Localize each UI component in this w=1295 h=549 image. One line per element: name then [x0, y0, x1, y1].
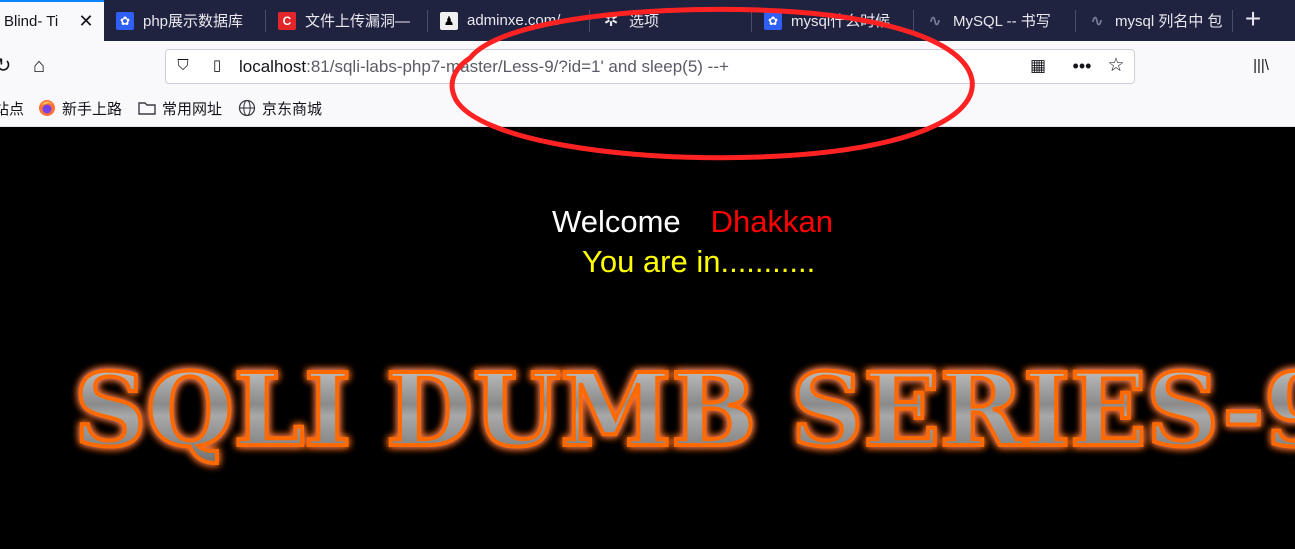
csdn-icon: C [278, 11, 296, 30]
tab-php[interactable]: ✿ php展示数据库 [104, 0, 264, 41]
tab-label: adminxe.com/ [467, 12, 561, 29]
bookmark-jd[interactable]: 京东商城 [238, 98, 322, 118]
tab-label: php展示数据库 [143, 13, 244, 30]
bookmark-label: 京东商城 [262, 100, 323, 118]
tab-mysql-when[interactable]: ✿ mysql什么时候 [752, 0, 912, 41]
firefox-icon [38, 99, 56, 117]
tab-label: MySQL -- 书写 [953, 13, 1051, 30]
welcome-text: Welcome [552, 204, 681, 239]
tab-label: mysql什么时候 [791, 13, 891, 30]
shield-icon[interactable]: ⛉ [174, 57, 192, 75]
bookmark-label: 新手上路 [62, 100, 123, 118]
user-silhouette-icon: ♟ [440, 11, 458, 30]
series-banner: SQLI DUMB SERIES-9 [70, 345, 1295, 475]
bookmark-common-sites[interactable]: 常用网址 [138, 98, 222, 118]
bookmark-getting-started[interactable]: 新手上路 [38, 98, 122, 118]
tab-mysql-writing[interactable]: ∿ MySQL -- 书写 [914, 0, 1074, 41]
gear-icon: ✲ [603, 10, 619, 30]
bookmark-star-icon[interactable]: ☆ [1107, 56, 1125, 75]
tab-strip: Blind- Ti ✕ ✿ php展示数据库 C 文件上传漏洞— ♟ admin… [0, 0, 1295, 41]
welcome-message: Welcome Dhakkan [552, 204, 833, 240]
url-host: localhost [239, 57, 307, 76]
tab-mysql-column[interactable]: ∿ mysql 列名中 包 [1076, 0, 1232, 41]
baidu-paw-icon: ✿ [764, 11, 782, 30]
folder-icon [138, 99, 156, 117]
bookmark-label: 站点 [0, 100, 25, 118]
tab-label: 文件上传漏洞— [305, 13, 411, 30]
tab-label: mysql 列名中 包 [1115, 13, 1223, 30]
user-name: Dhakkan [710, 204, 833, 239]
library-icon[interactable]: |||\ [1250, 57, 1272, 75]
tab-adminxe[interactable]: ♟ adminxe.com/ [428, 0, 588, 41]
baidu-paw-icon: ✿ [116, 11, 134, 30]
qr-code-icon[interactable]: ▦ [1029, 57, 1047, 75]
tab-options[interactable]: ✲ 选项 [590, 0, 750, 41]
banner-text: SQLI DUMB SERIES-9 [74, 351, 1295, 469]
page-icon[interactable]: ▯ [208, 57, 226, 75]
url-text[interactable]: localhost:81/sqli-labs-php7-master/Less-… [239, 56, 729, 77]
tab-blind[interactable]: Blind- Ti ✕ [0, 0, 104, 41]
mysql-dolphin-icon: ∿ [1090, 12, 1104, 30]
mysql-dolphin-icon: ∿ [928, 12, 942, 30]
home-icon[interactable]: ⌂ [28, 55, 50, 77]
new-tab-button[interactable]: + [1232, 0, 1274, 41]
globe-icon [238, 99, 256, 117]
close-icon[interactable]: ✕ [78, 12, 94, 30]
bookmark-label: 常用网址 [162, 100, 223, 118]
tab-upload[interactable]: C 文件上传漏洞— [266, 0, 426, 41]
more-actions-icon[interactable]: ••• [1072, 57, 1092, 75]
tab-label: Blind- Ti [4, 13, 59, 30]
reload-icon[interactable]: ↻ [0, 55, 14, 77]
url-path: :81/sqli-labs-php7-master/Less-9/?id=1' … [306, 57, 729, 76]
bookmark-sites[interactable]: 站点 [0, 98, 24, 118]
status-message: You are in........... [582, 244, 816, 279]
tab-label: 选项 [629, 13, 660, 30]
